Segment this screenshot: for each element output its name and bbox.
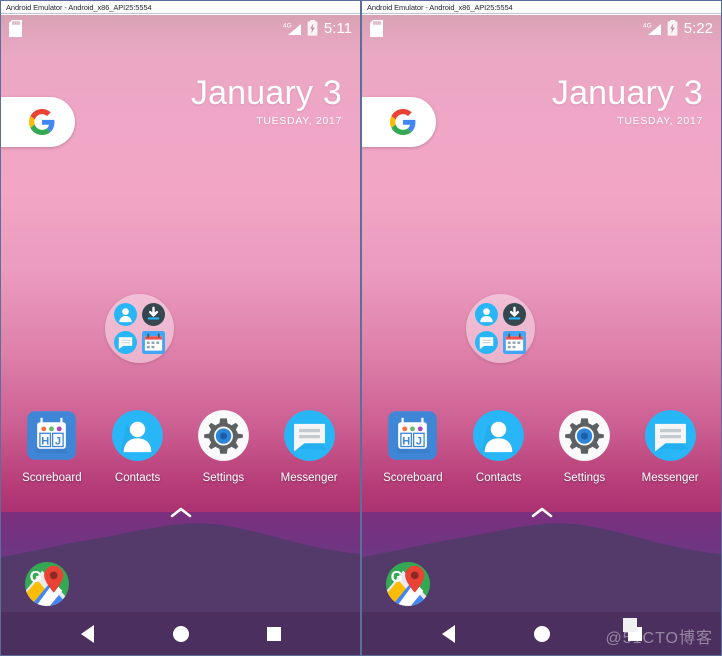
status-bar-clock: 5:11 <box>323 19 352 37</box>
navigation-bar-left <box>1 612 360 655</box>
app-settings[interactable]: Settings <box>545 409 623 484</box>
downloads-icon <box>141 303 165 327</box>
sd-card-icon <box>370 19 383 37</box>
dock-left: G <box>1 555 360 613</box>
svg-text:J: J <box>416 435 422 447</box>
google-search-widget-left[interactable] <box>1 97 75 147</box>
app-drawer-handle-left[interactable] <box>170 506 192 519</box>
status-bar-right-group: 4G 5:11 <box>283 20 352 37</box>
date-widget-right[interactable]: January 3 TUESDAY, 2017 <box>552 73 703 127</box>
home-circle-icon[interactable] <box>532 625 551 644</box>
status-bar-right-group: 4G 5:22 <box>643 20 713 37</box>
window-titlebar-right: Android Emulator - Android_x86_API25:555… <box>362 1 721 14</box>
app-label: Settings <box>202 472 245 484</box>
svg-text:4G: 4G <box>643 22 652 29</box>
emulator-pair: Android Emulator - Android_x86_API25:555… <box>0 0 722 656</box>
date-secondary: TUESDAY, 2017 <box>256 115 342 127</box>
settings-gear-icon <box>558 410 610 461</box>
sd-card-icon <box>9 19 22 37</box>
scoreboard-icon: H J <box>27 411 77 460</box>
app-label: Contacts <box>114 472 161 484</box>
status-bar-clock: 5:22 <box>683 19 713 37</box>
calendar-icon <box>141 330 165 354</box>
app-row-left: H J Scoreboard Contacts Settings Messeng… <box>1 409 360 484</box>
downloads-icon <box>502 303 526 327</box>
contacts-icon <box>112 410 164 461</box>
svg-text:H: H <box>403 435 411 447</box>
google-g-icon <box>390 109 416 135</box>
svg-text:4G: 4G <box>283 22 292 29</box>
watermark-box <box>623 618 637 632</box>
google-maps-icon: G <box>385 561 431 607</box>
phone-screen-right: 4G 5:22 January 3 TUESDAY, 2017 H J Scor… <box>362 15 721 655</box>
contacts-icon <box>114 303 138 327</box>
battery-charging-icon <box>667 20 678 36</box>
signal-bars-icon: 4G <box>283 22 301 35</box>
app-folder-right[interactable] <box>466 294 535 363</box>
svg-text:H: H <box>42 435 50 447</box>
window-title-right: Android Emulator - Android_x86_API25:555… <box>367 2 513 12</box>
app-messenger[interactable]: Messenger <box>270 409 348 484</box>
svg-text:G: G <box>30 569 42 586</box>
status-bar-right: 4G 5:22 <box>362 15 721 41</box>
contacts-icon <box>473 410 525 461</box>
window-titlebar-left: Android Emulator - Android_x86_API25:555… <box>1 1 360 14</box>
messenger-icon <box>283 410 335 461</box>
app-messenger[interactable]: Messenger <box>631 409 709 484</box>
svg-text:G: G <box>391 569 403 586</box>
date-primary: January 3 <box>190 74 342 112</box>
messaging-icon <box>114 330 138 354</box>
home-circle-icon[interactable] <box>171 625 190 644</box>
google-maps-icon: G <box>24 561 70 607</box>
app-drawer-handle-right[interactable] <box>531 506 553 519</box>
back-triangle-icon[interactable] <box>439 625 458 644</box>
app-label: Messenger <box>280 472 338 484</box>
navigation-bar-right <box>362 612 721 655</box>
app-settings[interactable]: Settings <box>184 409 262 484</box>
app-label: Settings <box>563 472 606 484</box>
back-triangle-icon[interactable] <box>78 625 97 644</box>
date-primary: January 3 <box>551 74 703 112</box>
dock-right: G <box>362 555 721 613</box>
battery-charging-icon <box>307 20 318 36</box>
signal-bars-icon: 4G <box>643 22 661 35</box>
emulator-window-right: Android Emulator - Android_x86_API25:555… <box>361 0 722 656</box>
app-label: Messenger <box>641 472 699 484</box>
app-scoreboard[interactable]: H J Scoreboard <box>13 409 91 484</box>
app-contacts[interactable]: Contacts <box>460 409 538 484</box>
app-contacts[interactable]: Contacts <box>99 409 177 484</box>
google-g-icon <box>29 109 55 135</box>
window-title-left: Android Emulator - Android_x86_API25:555… <box>6 2 152 12</box>
messaging-icon <box>475 330 499 354</box>
app-label: Contacts <box>475 472 522 484</box>
app-label: Scoreboard <box>22 472 82 484</box>
status-bar-left: 4G 5:11 <box>1 15 360 41</box>
status-bar-left-group <box>9 19 22 37</box>
phone-screen-left: 4G 5:11 January 3 TUESDAY, 2017 H J Scor… <box>1 15 360 655</box>
google-search-widget-right[interactable] <box>362 97 436 147</box>
scoreboard-icon: H J <box>388 411 438 460</box>
contacts-icon <box>475 303 499 327</box>
app-folder-left[interactable] <box>105 294 174 363</box>
app-scoreboard[interactable]: H J Scoreboard <box>374 409 452 484</box>
calendar-icon <box>502 330 526 354</box>
messenger-icon <box>644 410 696 461</box>
date-secondary: TUESDAY, 2017 <box>617 115 703 127</box>
status-bar-left-group <box>370 19 383 37</box>
emulator-window-left: Android Emulator - Android_x86_API25:555… <box>0 0 361 656</box>
recents-square-icon[interactable] <box>264 625 283 644</box>
app-row-right: H J Scoreboard Contacts Settings Messeng… <box>362 409 721 484</box>
app-label: Scoreboard <box>383 472 443 484</box>
date-widget-left[interactable]: January 3 TUESDAY, 2017 <box>191 73 342 127</box>
settings-gear-icon <box>197 410 249 461</box>
svg-text:J: J <box>55 435 61 447</box>
